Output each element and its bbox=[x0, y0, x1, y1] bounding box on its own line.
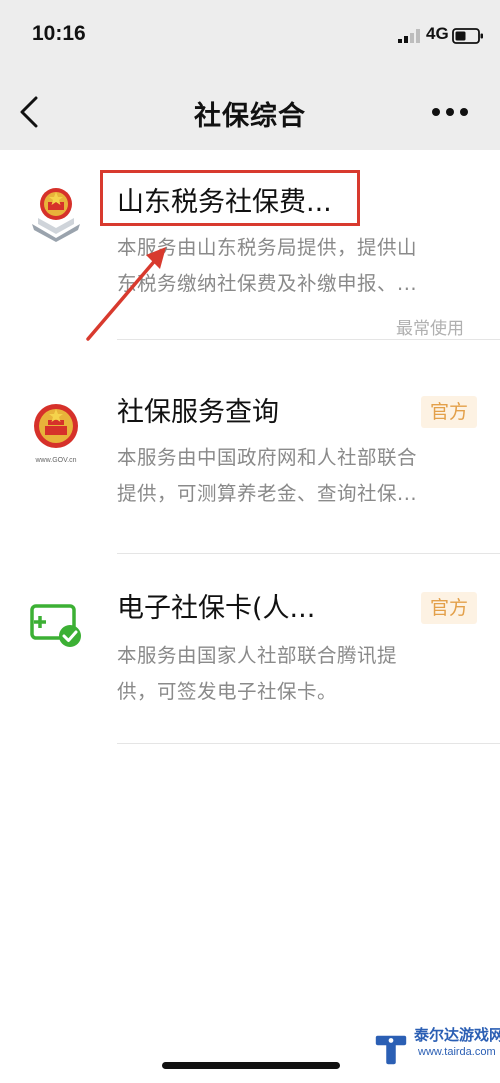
annotation-arrow-icon bbox=[86, 247, 166, 341]
gov-caption: www.GOV.cn bbox=[35, 457, 77, 464]
official-badge: 官方 bbox=[421, 396, 477, 428]
desc-line: 本服务由中国政府网和人社部联合 bbox=[117, 446, 418, 469]
desc-line: 供，可签发电子社保卡。 bbox=[117, 680, 338, 703]
watermark: 泰尔达游戏网 www.tairda.com bbox=[370, 1020, 500, 1078]
item-description: 本服务由中国政府网和人社部联合 提供，可测算养老金、查询社保... bbox=[117, 440, 477, 512]
list-item-e-social-card[interactable]: 电子社保卡(人... 官方 本服务由国家人社部联合腾讯提 供，可签发电子社保卡。 bbox=[0, 554, 500, 744]
desc-line: 本服务由国家人社部联合腾讯提 bbox=[117, 644, 398, 667]
item-title: 电子社保卡(人... bbox=[117, 593, 316, 624]
item-title: 社保服务查询 bbox=[117, 397, 279, 428]
highlight-annotation-box bbox=[100, 170, 360, 226]
network-type: 4G bbox=[426, 24, 449, 43]
tax-emblem-icon bbox=[32, 188, 80, 242]
more-dots-icon[interactable] bbox=[430, 106, 470, 118]
home-indicator[interactable] bbox=[162, 1062, 340, 1069]
watermark-url: www.tairda.com bbox=[418, 1046, 496, 1058]
signal-icon bbox=[398, 29, 420, 43]
watermark-text: 泰尔达游戏网 bbox=[414, 1026, 500, 1044]
battery-icon bbox=[452, 28, 483, 44]
list-item-social-service-query[interactable]: www.GOV.cn 社保服务查询 官方 本服务由中国政府网和人社部联合 提供，… bbox=[0, 340, 500, 554]
item-description: 本服务由国家人社部联合腾讯提 供，可签发电子社保卡。 bbox=[117, 638, 477, 710]
status-bar: 10:16 4G bbox=[0, 0, 500, 72]
divider bbox=[117, 743, 500, 744]
nav-bar: 社保综合 bbox=[0, 72, 500, 150]
desc-line: 提供，可测算养老金、查询社保... bbox=[117, 482, 418, 505]
page-title: 社保综合 bbox=[194, 101, 306, 132]
social-card-icon bbox=[30, 604, 81, 647]
status-time: 10:16 bbox=[32, 22, 86, 45]
gov-emblem-icon: www.GOV.cn bbox=[34, 404, 78, 464]
watermark-logo-icon bbox=[375, 1035, 407, 1065]
official-badge: 官方 bbox=[421, 592, 477, 624]
usage-tag: 最常使用 bbox=[396, 319, 464, 339]
